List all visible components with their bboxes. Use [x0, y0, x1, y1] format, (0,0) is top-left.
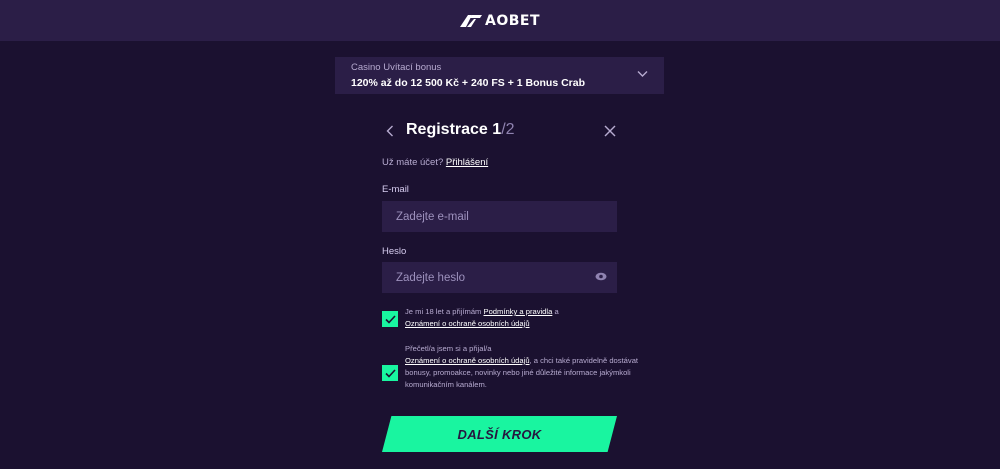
bonus-offer: 120% až do 12 500 Kč + 240 FS + 1 Bonus …	[351, 77, 586, 89]
login-prompt: Už máte účet? Přihlášení	[382, 157, 488, 168]
checkmark-icon	[384, 314, 396, 324]
close-icon[interactable]	[604, 125, 616, 137]
page-title: Registrace 1/2	[406, 121, 515, 139]
age-terms-text-2: a	[554, 307, 559, 316]
eye-icon[interactable]	[595, 272, 607, 281]
age-terms-text: Je mi 18 let a přijímám Podmínky a pravi…	[405, 306, 641, 330]
logo-text: AOBET	[484, 12, 541, 29]
next-step-button[interactable]: DALŠÍ KROK	[382, 416, 617, 452]
terms-link[interactable]: Podmínky a pravidla	[484, 307, 553, 316]
email-label: E-mail	[382, 184, 409, 195]
marketing-consent-text: Přečetl/a jsem si a přijal/a Oznámení o …	[405, 343, 643, 391]
login-link[interactable]: Přihlášení	[446, 157, 488, 168]
title-text: Registrace	[406, 121, 488, 138]
registration-header: Registrace 1/2	[382, 118, 618, 144]
marketing-privacy-link[interactable]: Oznámení o ochraně osobních údajů	[405, 356, 530, 365]
chevron-down-icon	[637, 71, 648, 77]
aobet-logo[interactable]: AOBET	[459, 12, 541, 29]
marketing-consent-checkbox[interactable]	[382, 365, 398, 381]
aobet-logo-mark-icon	[459, 14, 482, 27]
age-terms-text-1: Je mi 18 let a přijímám	[405, 307, 482, 316]
checkmark-icon	[384, 368, 396, 378]
step-current: 1	[492, 121, 502, 138]
email-input[interactable]	[382, 201, 617, 232]
password-label: Heslo	[382, 246, 407, 257]
chevron-left-icon[interactable]	[386, 125, 394, 137]
privacy-link[interactable]: Oznámení o ochraně osobních údajů	[405, 319, 530, 328]
login-prompt-text: Už máte účet?	[382, 157, 444, 168]
marketing-text-1: Přečetl/a jsem si a přijal/a	[405, 344, 492, 353]
top-header: AOBET	[0, 0, 1000, 41]
bonus-title: Casino Uvítací bonus	[351, 62, 442, 73]
password-input[interactable]	[382, 262, 617, 293]
step-total: /2	[501, 121, 515, 138]
age-terms-checkbox[interactable]	[382, 311, 398, 327]
casino-bonus-selector[interactable]: Casino Uvítací bonus 120% až do 12 500 K…	[335, 57, 664, 94]
